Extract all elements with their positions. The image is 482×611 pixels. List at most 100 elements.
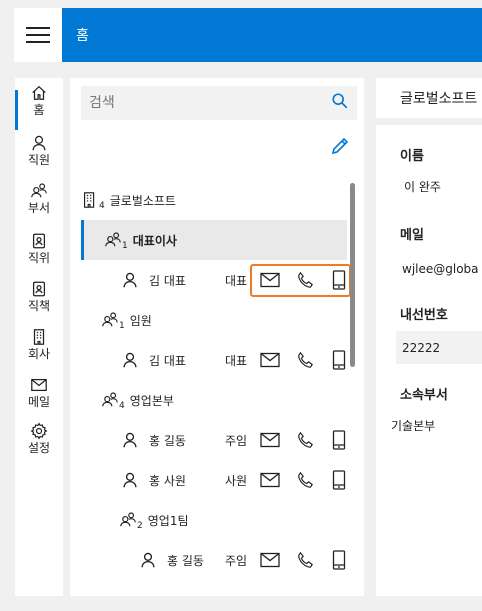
person-icon bbox=[123, 472, 137, 488]
hamburger-menu-button[interactable] bbox=[14, 8, 62, 62]
mobile-icon[interactable] bbox=[327, 348, 351, 372]
mail-icon[interactable] bbox=[258, 268, 282, 292]
tree-node-person[interactable]: 홍 길동 주임 bbox=[81, 540, 347, 580]
node-label: 글로벌소프트 bbox=[109, 193, 176, 208]
detail-header: 글로벌소프트 bbox=[376, 78, 482, 118]
hamburger-line bbox=[26, 34, 50, 36]
tree-node-dept[interactable]: 1 대표이사 bbox=[81, 220, 347, 260]
mail-icon[interactable] bbox=[258, 428, 282, 452]
node-label: 임원 bbox=[129, 313, 152, 328]
mobile-icon[interactable] bbox=[327, 428, 351, 452]
nav-item-settings[interactable]: 설정 bbox=[15, 422, 63, 455]
tree-node-dept[interactable]: 1 임원 bbox=[81, 300, 347, 340]
edit-button[interactable] bbox=[328, 134, 352, 158]
nav-label: 회사 bbox=[27, 347, 51, 361]
people-icon bbox=[31, 183, 47, 198]
left-nav: 홈 직원 부서 직위 직책 회사 메일 설정 bbox=[15, 78, 63, 596]
tree-node-company[interactable]: 4 글로벌소프트 bbox=[81, 180, 347, 220]
name-label: 이름 bbox=[400, 149, 424, 164]
department-label: 소속부서 bbox=[400, 388, 448, 403]
hamburger-line bbox=[26, 27, 50, 29]
nav-item-employees[interactable]: 직원 bbox=[15, 134, 63, 167]
phone-icon[interactable] bbox=[293, 348, 317, 372]
mobile-icon[interactable] bbox=[327, 468, 351, 492]
mobile-icon[interactable] bbox=[327, 268, 351, 292]
detail-panel: 이름 이 완주 메일 wjlee@globa 내선번호 22222 소속부서 기… bbox=[376, 125, 482, 596]
contact-actions bbox=[258, 548, 352, 572]
nav-item-mail[interactable]: 메일 bbox=[15, 376, 63, 409]
person-rank: 대표 bbox=[225, 353, 248, 368]
nav-label: 부서 bbox=[27, 201, 51, 215]
nav-label: 직책 bbox=[27, 299, 51, 313]
tree-node-person[interactable]: 홍 길동 주임 bbox=[81, 420, 347, 460]
hamburger-line bbox=[26, 41, 50, 43]
people-icon bbox=[105, 232, 121, 247]
scrollbar-thumb[interactable] bbox=[350, 183, 355, 367]
contact-actions bbox=[258, 468, 352, 492]
extension-field[interactable]: 22222 bbox=[396, 331, 482, 364]
gear-icon bbox=[30, 422, 48, 440]
child-count: 2 bbox=[137, 521, 143, 531]
mail-field[interactable]: wjlee@globa bbox=[396, 252, 482, 285]
nav-label: 직원 bbox=[27, 153, 51, 167]
tree-node-dept[interactable]: 4 영업본부 bbox=[81, 380, 347, 420]
page-title: 홈 bbox=[76, 28, 89, 44]
building-icon bbox=[33, 329, 45, 345]
node-label: 영업1팀 bbox=[147, 513, 189, 528]
person-rank: 주임 bbox=[225, 553, 248, 568]
child-count: 1 bbox=[122, 241, 128, 251]
person-rank: 대표 bbox=[225, 273, 248, 288]
tree-node-person[interactable]: 홍 사원 사원 bbox=[81, 460, 347, 500]
node-label: 대표이사 bbox=[132, 233, 177, 248]
person-name: 김 대표 bbox=[149, 353, 186, 368]
name-value: 이 완주 bbox=[404, 180, 441, 194]
person-rank: 사원 bbox=[225, 473, 248, 488]
person-name: 홍 길동 bbox=[167, 553, 204, 568]
person-name: 홍 사원 bbox=[149, 473, 186, 488]
search-input[interactable] bbox=[89, 95, 331, 111]
person-name: 김 대표 bbox=[149, 273, 186, 288]
phone-icon[interactable] bbox=[293, 468, 317, 492]
phone-icon[interactable] bbox=[293, 428, 317, 452]
contact-actions bbox=[258, 428, 352, 452]
nav-item-company[interactable]: 회사 bbox=[15, 328, 63, 361]
mail-value: wjlee@globa bbox=[402, 261, 479, 276]
mail-icon[interactable] bbox=[258, 468, 282, 492]
nav-label: 설정 bbox=[27, 441, 51, 455]
node-label: 영업본부 bbox=[129, 393, 174, 408]
home-icon bbox=[32, 85, 46, 100]
person-icon bbox=[32, 135, 46, 151]
department-value: 기술본부 bbox=[391, 419, 436, 433]
building-icon bbox=[84, 192, 95, 208]
tree-node-person[interactable]: 김 대표 대표 bbox=[81, 340, 347, 380]
top-bar: 홈 bbox=[0, 0, 482, 70]
header-bar: 홈 bbox=[62, 8, 482, 62]
nav-item-home[interactable]: 홈 bbox=[15, 84, 63, 130]
tree-node-person[interactable]: 김 대표 대표 bbox=[81, 260, 347, 300]
badge-icon bbox=[32, 233, 46, 249]
extension-value: 22222 bbox=[402, 340, 441, 355]
contact-actions bbox=[258, 348, 352, 372]
mobile-icon[interactable] bbox=[327, 548, 351, 572]
contact-actions bbox=[258, 268, 352, 292]
tree-node-dept[interactable]: 2 영업1팀 bbox=[81, 500, 347, 540]
nav-label: 메일 bbox=[27, 395, 51, 409]
pencil-icon bbox=[331, 137, 349, 155]
person-name: 홍 길동 bbox=[149, 433, 186, 448]
extension-label: 내선번호 bbox=[400, 308, 448, 323]
search-icon[interactable] bbox=[331, 92, 349, 114]
search-box bbox=[81, 86, 357, 120]
phone-icon[interactable] bbox=[293, 268, 317, 292]
tree-scrollbar[interactable] bbox=[350, 180, 356, 598]
nav-item-departments[interactable]: 부서 bbox=[15, 182, 63, 215]
nav-item-duties[interactable]: 직책 bbox=[15, 280, 63, 313]
badge-icon bbox=[32, 281, 46, 297]
mail-icon[interactable] bbox=[258, 548, 282, 572]
mail-icon bbox=[31, 378, 47, 392]
child-count: 4 bbox=[119, 401, 125, 411]
phone-icon[interactable] bbox=[293, 548, 317, 572]
nav-label: 직위 bbox=[27, 251, 51, 265]
person-rank: 주임 bbox=[225, 433, 248, 448]
mail-icon[interactable] bbox=[258, 348, 282, 372]
nav-item-positions[interactable]: 직위 bbox=[15, 232, 63, 265]
